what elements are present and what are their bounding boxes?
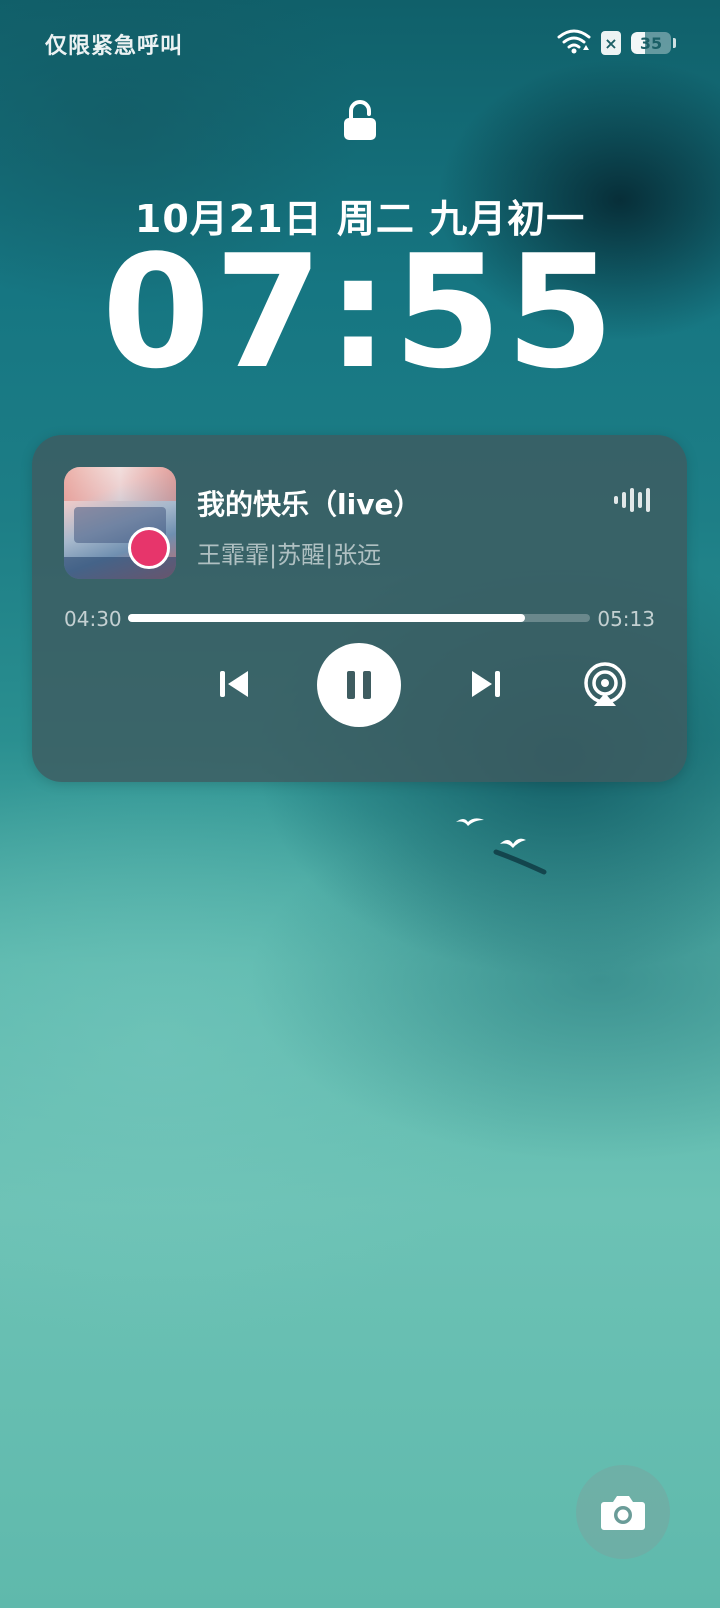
song-title: 我的快乐（live） (197, 488, 422, 521)
media-player-card[interactable]: 我的快乐（live） 王霏霏|苏醒|张远 04:30 05:13 (32, 435, 687, 782)
camera-icon (601, 1496, 645, 1530)
wallpaper-birds (448, 810, 558, 884)
previous-button[interactable] (210, 660, 258, 708)
carrier-status: 仅限紧急呼叫 (45, 34, 184, 59)
camera-shortcut-button[interactable] (576, 1465, 670, 1559)
battery-icon: 35 (631, 32, 671, 54)
progress-slider[interactable] (128, 614, 590, 622)
battery-nub (673, 38, 676, 48)
cast-button[interactable] (580, 660, 630, 710)
progress-fill (128, 614, 526, 622)
total-time: 05:13 (597, 607, 655, 631)
previous-icon (220, 671, 248, 697)
status-icons: × 35 (557, 28, 676, 58)
album-art-top (64, 467, 176, 501)
lock-clock: 07:55 (101, 221, 619, 403)
lock-open-icon[interactable] (343, 100, 377, 146)
pause-icon (347, 671, 371, 699)
next-icon (472, 671, 500, 697)
album-art[interactable] (64, 467, 176, 579)
elapsed-time: 04:30 (64, 607, 122, 631)
battery-level: 35 (639, 33, 663, 53)
pause-button[interactable] (317, 643, 401, 727)
cast-icon (584, 662, 626, 706)
song-artists: 王霏霏|苏醒|张远 (197, 541, 382, 569)
album-art-badge (128, 527, 170, 569)
wifi-icon (557, 28, 591, 58)
status-bar: 仅限紧急呼叫 × 35 (0, 24, 720, 64)
no-sim-icon: × (601, 31, 621, 55)
next-button[interactable] (462, 660, 510, 708)
audio-wave-icon (613, 487, 655, 517)
